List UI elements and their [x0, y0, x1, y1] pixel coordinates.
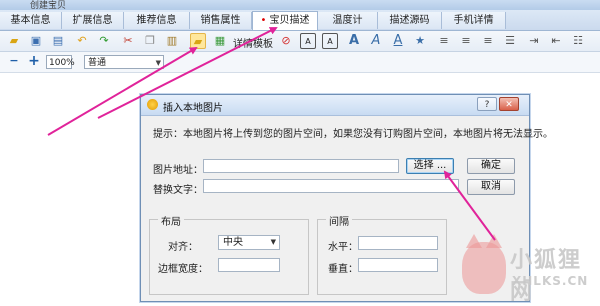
tab-item-description[interactable]: • 宝贝描述: [252, 11, 318, 30]
cancel-button[interactable]: 取消: [467, 179, 515, 195]
border-width-field[interactable]: [218, 258, 280, 272]
justify-icon[interactable]: ☰: [502, 33, 518, 49]
save-icon[interactable]: ▣: [28, 33, 44, 49]
star-icon[interactable]: ★: [412, 33, 428, 49]
dialog-app-icon: [147, 99, 158, 110]
dialog-tip: 提示：本地图片将上传到您的图片空间，如果您没有订购图片空间，本地图片将无法显示。: [153, 129, 553, 140]
outdent-icon[interactable]: ⇤: [548, 33, 564, 49]
tab-recommend-info[interactable]: 推荐信息: [124, 12, 190, 29]
align-value: 中央: [223, 237, 243, 248]
align-label: 对齐：: [168, 242, 198, 253]
tab-label: 推荐信息: [136, 15, 177, 26]
align-right-icon[interactable]: ≡: [480, 33, 496, 49]
tab-label: 扩展信息: [72, 15, 113, 26]
tab-label: 手机详情: [453, 15, 494, 26]
tab-basic-info[interactable]: 基本信息: [0, 12, 62, 29]
horizontal-spacing-field[interactable]: [358, 236, 438, 250]
image-address-field[interactable]: [203, 159, 399, 173]
italic-a-icon[interactable]: A: [368, 33, 384, 49]
title-bar: 创建宝贝: [0, 0, 600, 11]
paragraph-format-select[interactable]: 普通 ▼: [84, 55, 164, 69]
image-address-label: 图片地址：: [153, 165, 203, 176]
underline-a-icon[interactable]: A: [390, 33, 406, 49]
save-as-icon[interactable]: ▤: [50, 33, 66, 49]
align-select[interactable]: 中央 ▼: [218, 235, 280, 250]
chevron-down-icon: ▼: [270, 238, 276, 246]
active-tab-marker: •: [260, 15, 267, 26]
horizontal-label: 水平：: [328, 242, 358, 253]
chevron-down-icon: ▼: [155, 59, 161, 67]
tab-label: 销售属性: [200, 15, 241, 26]
alt-text-field[interactable]: [203, 179, 459, 193]
list-icon[interactable]: ☷: [570, 33, 586, 49]
align-left-icon[interactable]: ≡: [436, 33, 452, 49]
alt-text-label: 替换文字：: [153, 185, 203, 196]
stop-icon[interactable]: ⊘: [278, 33, 294, 49]
tab-extended-info[interactable]: 扩展信息: [62, 12, 124, 29]
redo-icon[interactable]: ↷: [96, 33, 112, 49]
tab-bar: 基本信息 扩展信息 推荐信息 销售属性 • 宝贝描述 温度计 描述源码 手机详情: [0, 10, 600, 31]
tab-thermometer[interactable]: 温度计: [318, 12, 378, 29]
fox-logo-icon: [462, 234, 506, 294]
zoom-input[interactable]: 100%: [46, 55, 75, 69]
insert-image-icon[interactable]: ▰: [190, 33, 206, 49]
border-width-label: 边框宽度：: [158, 264, 208, 275]
tab-label: 描述源码: [389, 15, 430, 26]
undo-icon[interactable]: ↶: [74, 33, 90, 49]
text-box-icon[interactable]: A: [300, 33, 316, 49]
zoom-in-icon[interactable]: +: [26, 53, 42, 69]
align-center-icon[interactable]: ≡: [458, 33, 474, 49]
tab-label: 宝贝描述: [269, 15, 310, 26]
watermark: 小狐狸网 XHLKS.CN: [462, 234, 600, 305]
cut-icon[interactable]: ✂: [120, 33, 136, 49]
browse-button[interactable]: 选择 ...: [406, 158, 454, 174]
ok-button[interactable]: 确定: [467, 158, 515, 174]
copy-icon[interactable]: ❐: [142, 33, 158, 49]
vertical-label: 垂直：: [328, 264, 358, 275]
vertical-spacing-field[interactable]: [358, 258, 438, 272]
close-button[interactable]: ✕: [499, 97, 519, 111]
tab-sales-attributes[interactable]: 销售属性: [190, 12, 252, 29]
app-window: 创建宝贝 基本信息 扩展信息 推荐信息 销售属性 • 宝贝描述 温度计 描述源码 …: [0, 0, 600, 305]
tab-description-source[interactable]: 描述源码: [378, 12, 442, 29]
zoom-out-icon[interactable]: −: [6, 53, 22, 69]
tab-label: 基本信息: [10, 15, 51, 26]
editor-toolbar: ▰ ▣ ▤ ↶ ↷ ✂ ❐ ▥ ▰ ▦ 详情模板 ⊘ A A A A A ★ ≡…: [0, 31, 600, 52]
dialog-title: 插入本地图片: [163, 103, 223, 114]
spacing-group: 间隔 水平： 垂直：: [317, 213, 447, 295]
layout-group: 布局 对齐： 中央 ▼ 边框宽度：: [149, 213, 309, 295]
layout-group-title: 布局: [158, 213, 184, 228]
open-folder-icon[interactable]: ▰: [6, 33, 22, 49]
paste-icon[interactable]: ▥: [164, 33, 180, 49]
help-button[interactable]: ?: [477, 97, 497, 111]
watermark-text-en: XHLKS.CN: [512, 274, 589, 288]
paragraph-format-value: 普通: [88, 58, 107, 68]
font-a-icon[interactable]: A: [346, 33, 362, 49]
tab-label: 温度计: [332, 15, 363, 26]
tab-mobile-details[interactable]: 手机详情: [442, 12, 506, 29]
text-box-alt-icon[interactable]: A: [322, 33, 338, 49]
spacing-group-title: 间隔: [326, 213, 352, 228]
details-template-label[interactable]: 详情模板: [233, 35, 273, 50]
indent-icon[interactable]: ⇥: [526, 33, 542, 49]
insert-web-image-icon[interactable]: ▦: [212, 33, 228, 49]
dialog-title-bar: 插入本地图片 ? ✕: [141, 95, 529, 116]
